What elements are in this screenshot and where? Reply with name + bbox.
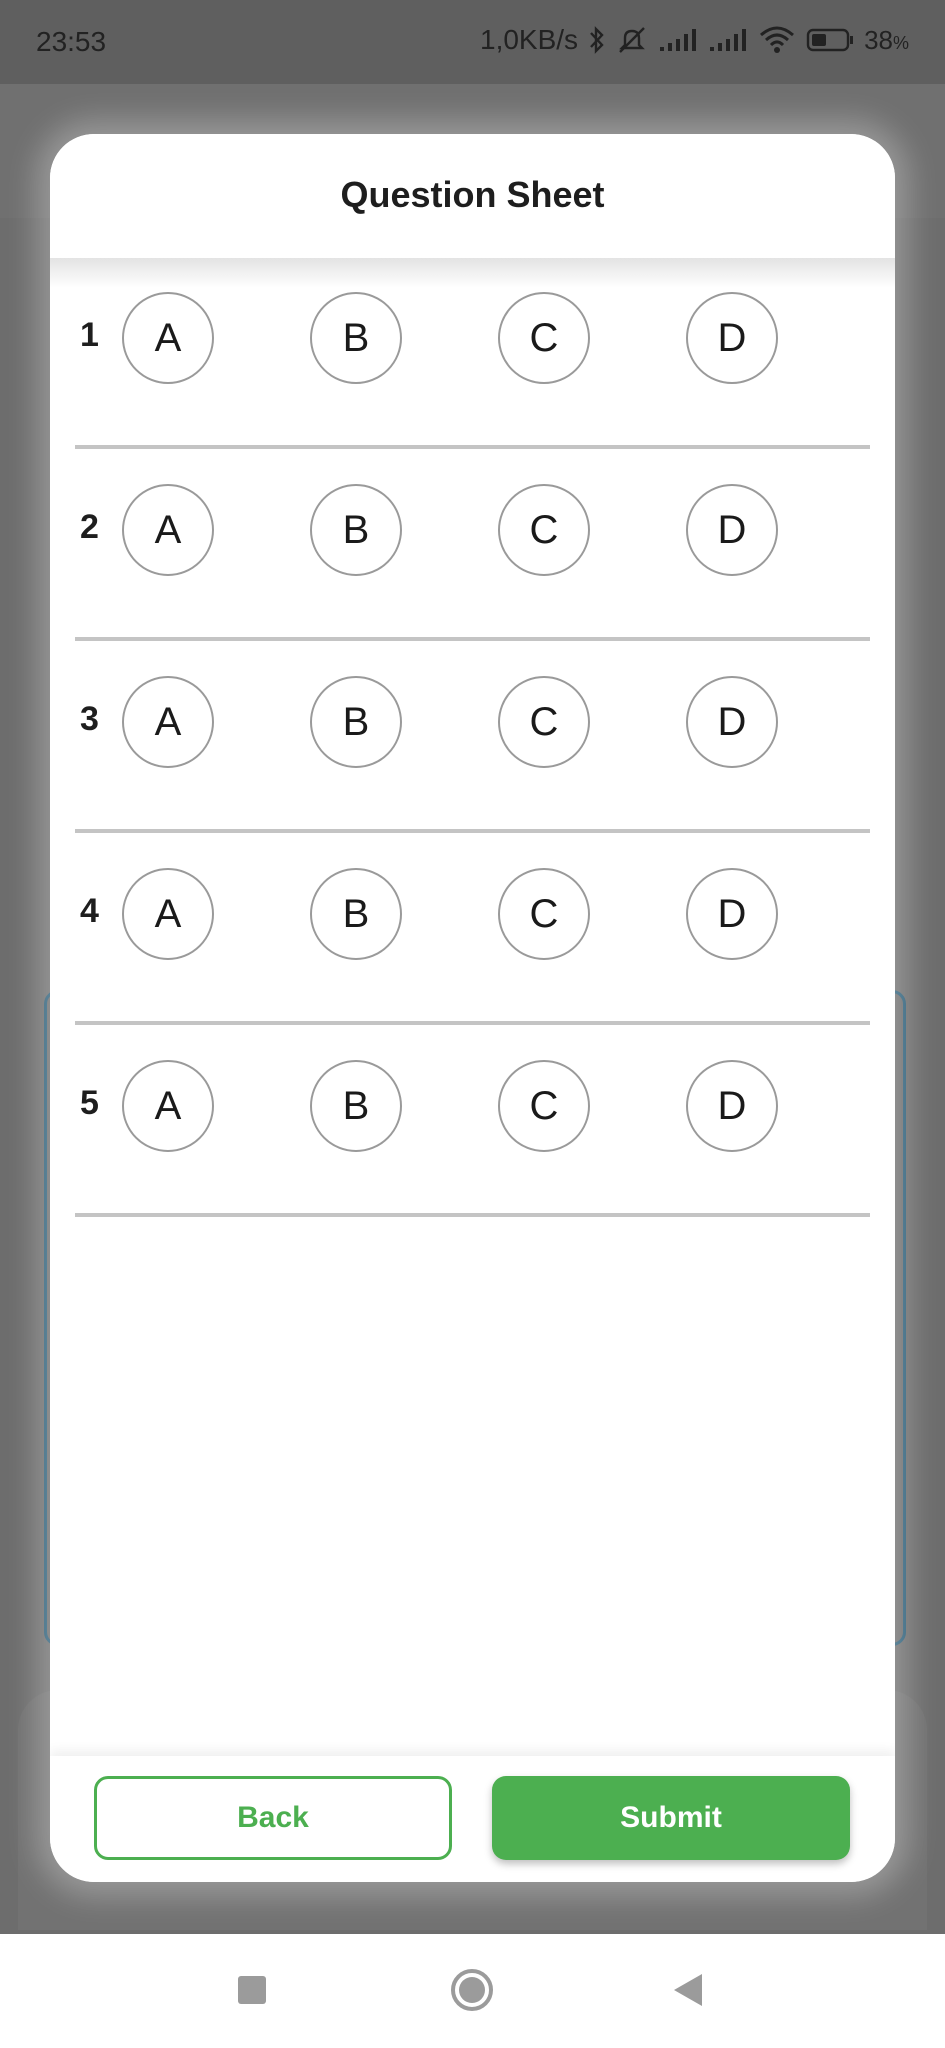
answer-option-a[interactable]: A — [122, 484, 214, 576]
answer-option-c[interactable]: C — [498, 868, 590, 960]
mute-icon — [616, 25, 648, 55]
question-list: 1 A B C D 2 A B C D 3 A B C D 4 A B C D … — [50, 258, 895, 1218]
answer-option-d[interactable]: D — [686, 868, 778, 960]
question-row: 4 A B C D — [50, 834, 895, 1026]
back-icon[interactable] — [672, 1972, 704, 2008]
row-divider — [75, 829, 870, 833]
question-number: 1 — [80, 316, 99, 354]
answer-option-a[interactable]: A — [122, 1060, 214, 1152]
answer-option-d[interactable]: D — [686, 484, 778, 576]
submit-button[interactable]: Submit — [492, 1776, 850, 1860]
header-shadow — [50, 258, 895, 288]
answer-option-d[interactable]: D — [686, 1060, 778, 1152]
status-bar: 23:53 1,0KB/s 38% — [0, 0, 945, 84]
signal-icon — [708, 27, 748, 53]
answer-option-b[interactable]: B — [310, 676, 402, 768]
question-sheet-dialog: Question Sheet 1 A B C D 2 A B C D 3 A B… — [50, 134, 895, 1882]
question-number: 2 — [80, 508, 99, 546]
question-row: 2 A B C D — [50, 450, 895, 642]
answer-option-c[interactable]: C — [498, 676, 590, 768]
battery-icon — [806, 27, 854, 53]
question-number: 4 — [80, 892, 99, 930]
row-divider — [75, 1213, 870, 1217]
question-number: 5 — [80, 1084, 99, 1122]
dialog-header: Question Sheet — [50, 134, 895, 258]
network-speed: 1,0KB/s — [480, 24, 579, 55]
answer-option-a[interactable]: A — [122, 292, 214, 384]
signal-icon — [658, 27, 698, 53]
question-row: 5 A B C D — [50, 1026, 895, 1218]
row-divider — [75, 445, 870, 449]
battery-percent: 38% — [864, 24, 909, 55]
status-indicators: 1,0KB/s 38% — [480, 24, 909, 56]
wifi-icon — [758, 25, 796, 55]
answer-option-d[interactable]: D — [686, 292, 778, 384]
dialog-title: Question Sheet — [340, 174, 605, 215]
dialog-footer: Back Submit — [50, 1756, 895, 1882]
answer-option-d[interactable]: D — [686, 676, 778, 768]
answer-option-c[interactable]: C — [498, 292, 590, 384]
navigation-bar — [0, 1934, 945, 2048]
answer-option-c[interactable]: C — [498, 1060, 590, 1152]
answer-option-b[interactable]: B — [310, 484, 402, 576]
answer-option-b[interactable]: B — [310, 292, 402, 384]
bluetooth-icon — [588, 25, 606, 55]
back-button[interactable]: Back — [94, 1776, 452, 1860]
answer-option-b[interactable]: B — [310, 1060, 402, 1152]
answer-option-c[interactable]: C — [498, 484, 590, 576]
row-divider — [75, 637, 870, 641]
home-icon[interactable] — [450, 1968, 494, 2012]
answer-option-b[interactable]: B — [310, 868, 402, 960]
status-time: 23:53 — [36, 26, 107, 57]
row-divider — [75, 1021, 870, 1025]
answer-option-a[interactable]: A — [122, 868, 214, 960]
question-number: 3 — [80, 700, 99, 738]
recents-icon[interactable] — [238, 1976, 266, 2004]
question-row: 3 A B C D — [50, 642, 895, 834]
answer-option-a[interactable]: A — [122, 676, 214, 768]
